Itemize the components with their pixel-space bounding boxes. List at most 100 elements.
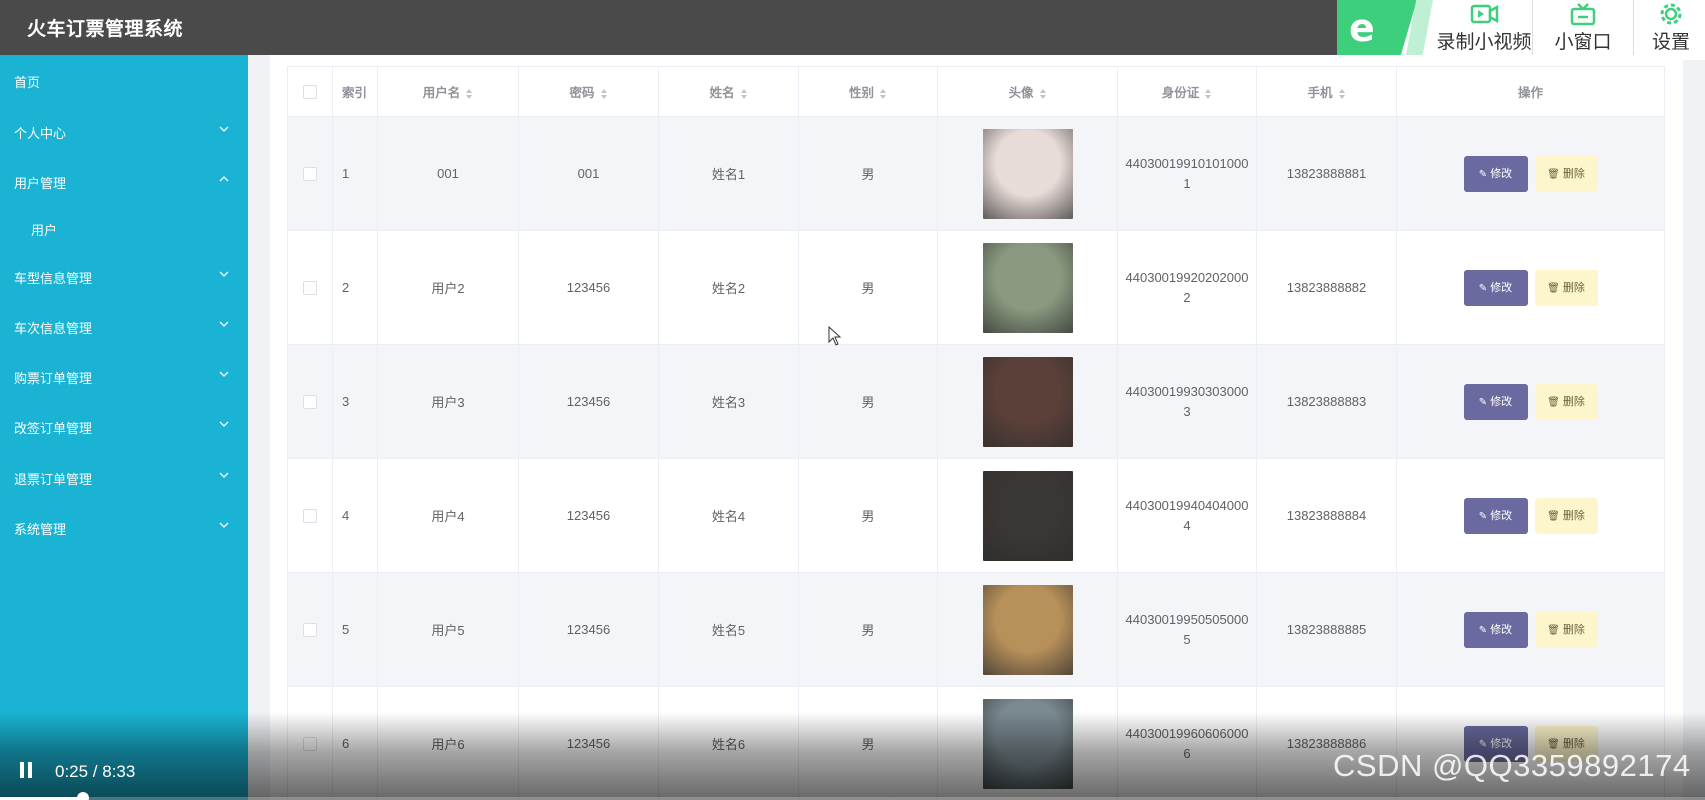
cell-id-card: 440300199202020002: [1117, 230, 1257, 345]
column-header-name[interactable]: 姓名: [658, 66, 799, 117]
sort-icon[interactable]: [600, 88, 608, 100]
cell-id-card: 440300199404040004: [1117, 458, 1257, 573]
edit-button[interactable]: ✎修改: [1463, 383, 1528, 420]
cell-password: 123456: [518, 230, 659, 345]
delete-button[interactable]: 🗑删除: [1534, 383, 1598, 420]
pause-icon: [28, 762, 32, 778]
cell-password: 001: [518, 116, 659, 231]
chevron-down-icon: [219, 472, 229, 478]
delete-button[interactable]: 🗑删除: [1534, 155, 1598, 192]
cell-username: 用户5: [377, 572, 519, 687]
cell-name: 姓名1: [658, 116, 799, 231]
pause-icon: [20, 762, 24, 778]
sort-icon[interactable]: [465, 88, 473, 100]
cell-phone: 13823888884: [1256, 458, 1397, 573]
column-header-id-card[interactable]: 身份证: [1117, 66, 1257, 117]
sidebar-item-personal-center[interactable]: 个人中心: [0, 116, 248, 146]
trash-icon: 🗑: [1547, 624, 1560, 636]
trash-icon: 🗑: [1547, 282, 1560, 294]
cell-index: 1: [332, 116, 378, 231]
row-select-cell[interactable]: [287, 116, 333, 231]
video-progress-handle[interactable]: [77, 792, 89, 800]
avatar[interactable]: [982, 242, 1073, 333]
trash-icon: 🗑: [1547, 510, 1560, 522]
sort-icon[interactable]: [1039, 88, 1047, 100]
cell-username: 用户2: [377, 230, 519, 345]
edit-icon: ✎: [1478, 282, 1488, 294]
edit-icon: ✎: [1478, 510, 1488, 522]
delete-button[interactable]: 🗑删除: [1534, 497, 1598, 534]
cell-index: 5: [332, 572, 378, 687]
settings-label: 设置: [1651, 32, 1690, 53]
cell-actions: ✎修改🗑删除: [1396, 572, 1665, 687]
row-checkbox[interactable]: [303, 509, 317, 524]
pause-button[interactable]: [20, 762, 34, 778]
delete-button[interactable]: 🗑删除: [1534, 269, 1598, 306]
column-header-password[interactable]: 密码: [518, 66, 659, 117]
edit-button[interactable]: ✎修改: [1463, 497, 1528, 534]
cell-username: 用户3: [377, 344, 519, 459]
avatar[interactable]: [982, 356, 1073, 447]
sidebar-item-home[interactable]: 首页: [0, 65, 248, 95]
edit-button[interactable]: ✎修改: [1463, 269, 1528, 306]
toolbar-divider: [1633, 0, 1634, 60]
video-camera-icon: [1470, 4, 1499, 24]
chevron-down-icon: [219, 321, 229, 327]
avatar[interactable]: [982, 584, 1073, 675]
cell-actions: ✎修改🗑删除: [1396, 230, 1665, 345]
row-checkbox[interactable]: [303, 167, 317, 182]
tv-icon: [1570, 3, 1596, 26]
recorder-logo-icon: e: [1337, 0, 1417, 60]
row-select-cell[interactable]: [287, 344, 333, 459]
sidebar-item-system[interactable]: 系统管理: [0, 512, 248, 542]
cell-name: 姓名5: [658, 572, 799, 687]
avatar[interactable]: [982, 128, 1073, 219]
sidebar-item-change-orders[interactable]: 改签订单管理: [0, 411, 248, 441]
table-row: 1 001 001 姓名1 男 440300199101010001 13823888881…: [287, 116, 1665, 231]
avatar[interactable]: [982, 470, 1073, 561]
sort-icon[interactable]: [879, 88, 887, 100]
sidebar-item-train-schedule[interactable]: 车次信息管理: [0, 311, 248, 341]
cell-index: 4: [332, 458, 378, 573]
sort-icon[interactable]: [1338, 88, 1346, 100]
mini-window-button[interactable]: 小窗口: [1533, 0, 1633, 60]
cell-avatar: [937, 116, 1118, 231]
edit-icon: ✎: [1478, 396, 1488, 408]
checkbox[interactable]: [303, 84, 317, 99]
sidebar-item-purchase-orders[interactable]: 购票订单管理: [0, 361, 248, 391]
row-select-cell[interactable]: [287, 458, 333, 573]
cell-phone: 13823888881: [1256, 116, 1397, 231]
sidebar-item-train-type[interactable]: 车型信息管理: [0, 261, 248, 291]
cell-username: 用户4: [377, 458, 519, 573]
cell-phone: 13823888882: [1256, 230, 1397, 345]
sidebar-item-refund-orders[interactable]: 退票订单管理: [0, 462, 248, 492]
trash-icon: 🗑: [1547, 396, 1560, 408]
trash-icon: 🗑: [1547, 168, 1560, 180]
column-header-gender[interactable]: 性别: [798, 66, 938, 117]
cell-avatar: [937, 230, 1118, 345]
edit-button[interactable]: ✎修改: [1463, 611, 1528, 648]
cell-phone: 13823888883: [1256, 344, 1397, 459]
chevron-down-icon: [219, 271, 229, 277]
row-select-cell[interactable]: [287, 572, 333, 687]
column-header-phone[interactable]: 手机: [1256, 66, 1397, 117]
select-all-checkbox[interactable]: [287, 66, 333, 117]
chevron-down-icon: [219, 371, 229, 377]
sort-icon[interactable]: [1204, 88, 1212, 100]
sidebar-item-users[interactable]: 用户: [0, 213, 248, 243]
cell-name: 姓名2: [658, 230, 799, 345]
edit-button[interactable]: ✎修改: [1463, 155, 1528, 192]
column-header-username[interactable]: 用户名: [377, 66, 519, 117]
cell-id-card: 440300199101010001: [1117, 116, 1257, 231]
settings-button[interactable]: 设置: [1637, 0, 1705, 60]
row-checkbox[interactable]: [303, 623, 317, 638]
column-header-avatar[interactable]: 头像: [937, 66, 1118, 117]
row-select-cell[interactable]: [287, 230, 333, 345]
sort-icon[interactable]: [740, 88, 748, 100]
row-checkbox[interactable]: [303, 281, 317, 296]
sidebar-item-user-management[interactable]: 用户管理: [0, 166, 248, 196]
row-checkbox[interactable]: [303, 395, 317, 410]
cell-avatar: [937, 458, 1118, 573]
column-header-index: 索引: [332, 66, 378, 117]
delete-button[interactable]: 🗑删除: [1534, 611, 1598, 648]
